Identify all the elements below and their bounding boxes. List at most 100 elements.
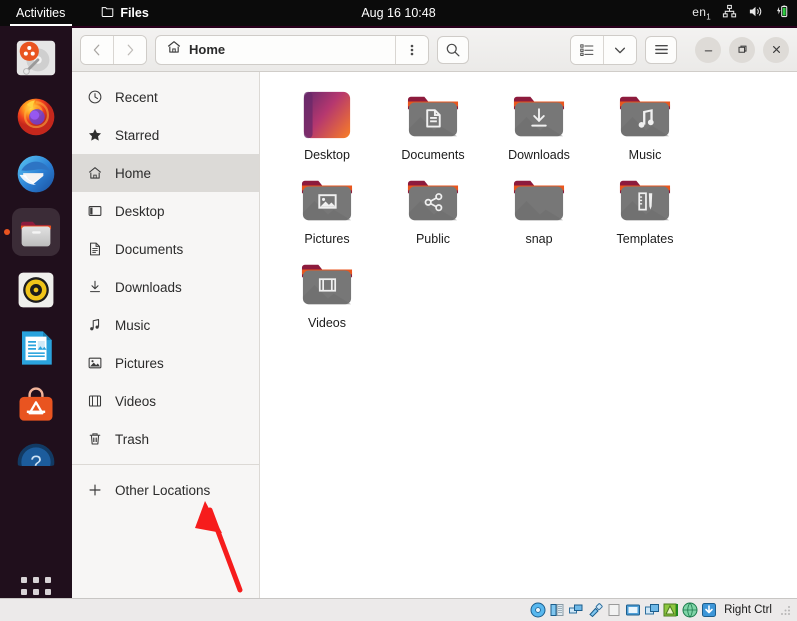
forward-button[interactable] <box>114 35 146 64</box>
file-grid: Desktop Documents Downloads Music Pictur… <box>260 86 797 338</box>
minimize-button[interactable] <box>695 36 721 63</box>
floppy-icon[interactable] <box>549 602 565 618</box>
sidebar-label: Downloads <box>115 279 182 295</box>
ubuntu-software-icon <box>19 387 53 421</box>
sidebar-item-starred[interactable]: Starred <box>72 116 259 154</box>
keyboard-layout-indicator[interactable]: en1 <box>692 5 711 21</box>
sidebar-item-trash[interactable]: Trash <box>72 420 259 458</box>
sidebar-item-home[interactable]: Home <box>72 154 259 192</box>
dock-item-ubuntu-install-disk[interactable] <box>12 34 60 82</box>
search-button[interactable] <box>437 35 469 64</box>
file-name: Templates <box>616 232 674 246</box>
globe-icon[interactable] <box>682 602 698 618</box>
network-icon[interactable] <box>568 602 584 618</box>
battery-charging-icon[interactable] <box>774 4 789 22</box>
file-item-documents[interactable]: Documents <box>380 86 486 162</box>
file-name: Documents <box>401 148 465 162</box>
file-item-templates[interactable]: Templates <box>592 170 698 246</box>
chevron-left-icon <box>93 44 100 55</box>
folder-public-icon <box>407 180 459 221</box>
view-mode-group <box>570 34 637 65</box>
file-item-desktop[interactable]: Desktop <box>274 86 380 162</box>
home-icon <box>86 165 103 182</box>
dock-item-ubuntu-software[interactable] <box>12 382 60 430</box>
breadcrumb-label: Home <box>189 42 226 57</box>
file-grid-view[interactable]: Desktop Documents Downloads Music Pictur… <box>260 72 797 598</box>
folder-pictures-icon <box>301 180 353 221</box>
file-item-snap[interactable]: snap <box>486 170 592 246</box>
sidebar-label: Music <box>115 317 151 333</box>
breadcrumb-home[interactable]: Home <box>156 36 395 64</box>
desktop-icon <box>86 203 103 220</box>
dock-item-files[interactable] <box>4 208 60 256</box>
close-button[interactable] <box>763 36 789 63</box>
mouse-integration-icon[interactable] <box>663 602 679 618</box>
file-name: Public <box>415 232 451 246</box>
pathbar-menu-button[interactable] <box>396 35 428 64</box>
dock-item-rhythmbox[interactable] <box>12 266 60 314</box>
trash-icon <box>86 431 103 448</box>
star-icon <box>86 127 103 144</box>
hamburger-icon <box>654 45 668 54</box>
volume-icon[interactable] <box>748 4 763 22</box>
usb-icon[interactable] <box>587 602 603 618</box>
file-item-public[interactable]: Public <box>380 170 486 246</box>
folder-documents-icon <box>407 96 459 137</box>
display-icon[interactable] <box>625 602 641 618</box>
vertical-dots-icon <box>410 44 414 55</box>
sidebar-label: Starred <box>115 127 160 143</box>
resize-grip-icon[interactable] <box>781 605 791 615</box>
network-icon[interactable] <box>722 4 737 22</box>
activities-button[interactable]: Activities <box>10 4 71 22</box>
files-icon <box>20 221 52 247</box>
folder-videos-icon <box>301 264 353 305</box>
sidebar-item-desktop[interactable]: Desktop <box>72 192 259 230</box>
folder-templates-icon <box>619 180 671 221</box>
search-icon <box>446 43 460 56</box>
sheet-icon[interactable] <box>606 602 622 618</box>
music-note-icon <box>86 317 103 334</box>
sidebar-item-other-locations[interactable]: Other Locations <box>72 471 259 509</box>
back-button[interactable] <box>81 35 113 64</box>
sidebar-label: Documents <box>115 241 184 257</box>
topbar-app-menu[interactable]: Files <box>101 5 149 21</box>
svg-text:?: ? <box>30 452 41 466</box>
maximize-button[interactable] <box>729 36 755 63</box>
folder-snap-icon <box>513 180 565 221</box>
optical-disc-icon[interactable] <box>530 602 546 618</box>
file-item-downloads[interactable]: Downloads <box>486 86 592 162</box>
sidebar-label: Desktop <box>115 203 165 219</box>
sidebar-item-downloads[interactable]: Downloads <box>72 268 259 306</box>
sidebar-item-pictures[interactable]: Pictures <box>72 344 259 382</box>
sidebar-item-music[interactable]: Music <box>72 306 259 344</box>
ubuntu-install-disk-icon <box>16 40 56 76</box>
file-item-music[interactable]: Music <box>592 86 698 162</box>
file-item-videos[interactable]: Videos <box>274 254 380 330</box>
topbar-app-name: Files <box>120 6 149 20</box>
list-view-button[interactable] <box>571 35 603 64</box>
sidebar-label: Home <box>115 165 152 181</box>
path-bar: Home <box>155 34 429 65</box>
firefox-icon <box>17 98 55 136</box>
dock-item-help[interactable]: ? <box>12 440 60 466</box>
sidebar-item-recent[interactable]: Recent <box>72 78 259 116</box>
chevron-right-icon <box>127 44 134 55</box>
sidebar-item-videos[interactable]: Videos <box>72 382 259 420</box>
main-menu-button[interactable] <box>645 35 677 64</box>
shared-folder-icon[interactable] <box>644 602 660 618</box>
gnome-top-bar: Activities Files Aug 16 10:48 en1 <box>0 0 797 26</box>
topbar-indicators[interactable]: en1 <box>692 4 789 22</box>
file-name: Music <box>628 148 662 162</box>
dock-item-firefox[interactable] <box>12 92 60 140</box>
folder-music-icon <box>619 96 671 137</box>
libreoffice-writer-icon <box>22 331 52 365</box>
window-headerbar: Home <box>72 28 797 72</box>
chevron-down-icon <box>614 47 626 53</box>
dock-item-thunderbird[interactable] <box>12 150 60 198</box>
capture-icon[interactable] <box>701 602 717 618</box>
dock-item-libreoffice-writer[interactable] <box>12 324 60 372</box>
minimize-icon <box>704 50 712 52</box>
file-item-pictures[interactable]: Pictures <box>274 170 380 246</box>
view-options-dropdown[interactable] <box>604 35 636 64</box>
sidebar-item-documents[interactable]: Documents <box>72 230 259 268</box>
